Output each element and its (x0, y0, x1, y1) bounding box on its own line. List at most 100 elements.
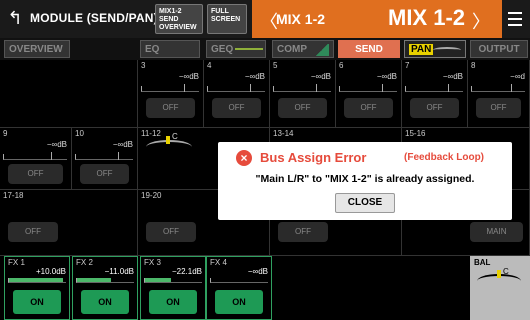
off-button[interactable]: OFF (8, 222, 58, 242)
channel-cell[interactable]: 6 −∞dB OFF (336, 60, 402, 128)
balance-value: C (503, 267, 509, 276)
channel-cell[interactable]: 5 −∞dB OFF (270, 60, 336, 128)
channel-cell[interactable]: 4 −∞dB OFF (204, 60, 270, 128)
send-overview-button[interactable]: MIX1-2 SEND OVERVIEW (155, 4, 203, 34)
send-level: −∞dB (112, 140, 133, 149)
header-bar: ↰ MODULE (SEND/PAN) MIX1-2 SEND OVERVIEW… (0, 0, 530, 38)
send-meter (75, 152, 133, 160)
channel-number: 17-18 (3, 191, 24, 200)
fx-meter-fill (145, 278, 171, 282)
channel-number: 19-20 (141, 191, 162, 200)
mix-big-label: MIX 1-2 (388, 5, 466, 30)
tab-comp[interactable]: COMP (272, 40, 334, 58)
geq-curve-icon (235, 48, 263, 50)
on-button[interactable]: ON (215, 290, 263, 314)
channel-cell[interactable]: 3 −∞dB OFF (138, 60, 204, 128)
send-meter (3, 152, 67, 160)
tab-geq-label: GEQ (211, 44, 234, 55)
channel-number: 13-14 (273, 129, 294, 138)
back-arrow-icon[interactable]: ↰ (4, 3, 26, 33)
empty-cell (0, 60, 138, 128)
tab-pan[interactable]: PAN (404, 40, 466, 58)
fx-level: −11.0dB (104, 267, 134, 276)
fx-number: FX 3 (144, 258, 161, 267)
send-level: −∞dB (244, 72, 265, 81)
balance-indicator (497, 270, 501, 278)
channel-cell[interactable]: 9 −∞dB OFF (0, 128, 72, 190)
screen-title: MODULE (SEND/PAN) (30, 11, 158, 25)
send-level: −∞dB (46, 140, 67, 149)
pan-value: C (172, 132, 178, 141)
tab-geq[interactable]: GEQ (206, 40, 266, 58)
channel-number: 3 (141, 61, 146, 70)
tab-eq[interactable]: EQ (140, 40, 200, 58)
error-x-icon: × (236, 150, 252, 166)
channel-cell[interactable]: 10 −∞dB OFF (72, 128, 138, 190)
full-screen-button[interactable]: FULL SCREEN (207, 4, 247, 34)
send-meter (273, 84, 331, 92)
module-tabs: OVERVIEW EQ GEQ COMP SEND PAN OUTPUT (0, 38, 530, 60)
balance-arc: C (477, 267, 521, 288)
fx-level: −∞dB (247, 267, 268, 276)
fx-meter (144, 278, 202, 283)
channel-number: 10 (75, 129, 84, 138)
channel-cell[interactable]: 8 −∞d OFF (468, 60, 530, 128)
off-button[interactable]: OFF (80, 164, 129, 184)
balance-knob[interactable]: BAL C (470, 256, 530, 320)
fx-meter (210, 278, 268, 283)
dialog-subtitle: (Feedback Loop) (404, 152, 485, 163)
send-meter (207, 84, 265, 92)
on-button[interactable]: ON (13, 290, 61, 314)
send-level: −∞dB (310, 72, 331, 81)
fx-number: FX 4 (210, 258, 227, 267)
off-button[interactable]: OFF (476, 98, 521, 118)
fx-level: −22.1dB (171, 267, 202, 276)
pan-knob[interactable]: C (146, 132, 192, 154)
send-level: −∞dB (178, 72, 199, 81)
pan-indicator (166, 136, 170, 144)
mix-small-label: MIX 1-2 (276, 11, 326, 27)
menu-icon[interactable] (504, 6, 526, 32)
channel-cell[interactable]: 7 −∞dB OFF (402, 60, 468, 128)
channel-number: 6 (339, 61, 344, 70)
fx-row: FX 1 +10.0dB ON FX 2 −11.0dB ON FX 3 −22… (0, 256, 530, 320)
tab-pan-label: PAN (409, 44, 434, 55)
off-button[interactable]: OFF (146, 222, 196, 242)
fx-meter (76, 278, 134, 283)
dialog-message: "Main L/R" to "MIX 1-2" is already assig… (255, 173, 475, 185)
comp-curve-icon (315, 44, 329, 56)
channel-cell[interactable]: 17-18 OFF (0, 190, 138, 256)
off-button[interactable]: OFF (344, 98, 393, 118)
send-level: −∞d (510, 72, 525, 81)
fx-cell[interactable]: FX 2 −11.0dB ON (72, 256, 138, 320)
next-mix-icon[interactable]: 〉 (472, 8, 490, 34)
channel-number: 7 (405, 61, 410, 70)
off-button[interactable]: OFF (278, 222, 328, 242)
off-button[interactable]: OFF (278, 98, 327, 118)
fx-number: FX 2 (76, 258, 93, 267)
fx-number: FX 1 (8, 258, 25, 267)
tab-send[interactable]: SEND (338, 40, 400, 58)
on-button[interactable]: ON (149, 290, 197, 314)
send-level: −∞dB (376, 72, 397, 81)
main-button[interactable]: MAIN (470, 222, 523, 242)
fx-cell[interactable]: FX 4 −∞dB ON (206, 256, 272, 320)
channel-number: 15-16 (405, 129, 426, 138)
on-button[interactable]: ON (81, 290, 129, 314)
channel-number: 11-12 (141, 129, 161, 138)
fx-cell[interactable]: FX 3 −22.1dB ON (140, 256, 206, 320)
tab-eq-label: EQ (145, 44, 160, 55)
pan-knob-icon (433, 47, 461, 53)
off-button[interactable]: OFF (410, 98, 459, 118)
channel-number: 8 (471, 61, 476, 70)
tab-overview[interactable]: OVERVIEW (4, 40, 70, 58)
fx-cell[interactable]: FX 1 +10.0dB ON (4, 256, 70, 320)
dialog-title: Bus Assign Error (260, 150, 367, 165)
tab-output[interactable]: OUTPUT (470, 40, 528, 58)
off-button[interactable]: OFF (212, 98, 261, 118)
mix-selector: 〈 MIX 1-2 MIX 1-2 〉 (252, 0, 502, 38)
off-button[interactable]: OFF (8, 164, 63, 184)
close-button[interactable]: CLOSE (335, 193, 395, 213)
fx-meter-fill (77, 278, 112, 282)
off-button[interactable]: OFF (146, 98, 195, 118)
